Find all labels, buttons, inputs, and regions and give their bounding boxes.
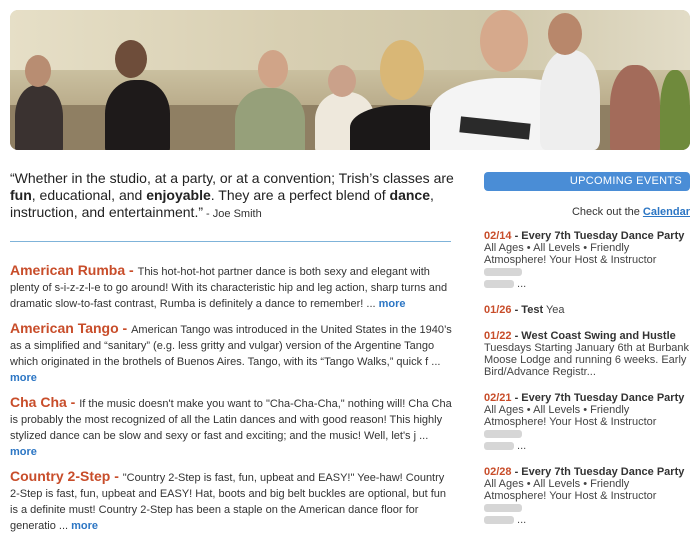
dancer-head: [328, 65, 356, 97]
upcoming-events-header: UPCOMING EVENTS: [484, 172, 690, 191]
event-name: - Every 7th Tuesday Dance Party: [511, 392, 685, 404]
event-name: - West Coast Swing and Hustle: [511, 330, 676, 342]
dance-list: American Rumba - This hot-hot-hot partne…: [10, 262, 455, 537]
dancer-figure: [610, 65, 660, 150]
calendar-prompt: Check out the Calendar: [484, 206, 690, 218]
event-text: Yea: [545, 304, 565, 316]
quote-emphasis: fun: [10, 187, 32, 203]
dance-item: American Rumba - This hot-hot-hot partne…: [10, 262, 455, 312]
event-item[interactable]: 02/14 - Every 7th Tuesday Dance Party Al…: [484, 230, 690, 290]
calendar-prompt-text: Check out the: [571, 206, 643, 218]
more-link[interactable]: more: [71, 520, 98, 532]
redacted-name: [484, 280, 514, 289]
event-item[interactable]: 02/21 - Every 7th Tuesday Dance Party Al…: [484, 392, 690, 452]
event-title[interactable]: 02/21 - Every 7th Tuesday Dance Party: [484, 392, 690, 404]
divider: [10, 241, 451, 242]
dancer-figure: [540, 50, 600, 150]
redacted-name: [484, 430, 522, 439]
dance-item: American Tango - American Tango was intr…: [10, 320, 455, 386]
dancer-head: [380, 40, 424, 100]
redacted-name: [484, 516, 514, 525]
redacted-name: [484, 504, 522, 513]
event-description: All Ages • All Levels • Friendly Atmosph…: [484, 404, 690, 452]
event-title[interactable]: 02/28 - Every 7th Tuesday Dance Party: [484, 466, 690, 478]
redacted-name: [484, 268, 522, 277]
dancer-figure: [235, 88, 305, 150]
quote-emphasis: enjoyable: [146, 187, 211, 203]
quote-text: “Whether in the studio, at a party, or a…: [10, 170, 454, 186]
event-date: 01/22: [484, 330, 512, 342]
calendar-link[interactable]: Calendar: [643, 206, 690, 218]
event-text: All Ages • All Levels • Friendly Atmosph…: [484, 404, 657, 428]
event-item[interactable]: 01/22 - West Coast Swing and Hustle Tues…: [484, 330, 690, 378]
event-ellipsis: ...: [514, 440, 527, 452]
event-date: 01/26: [484, 304, 512, 316]
dancer-figure: [15, 85, 63, 150]
event-date: 02/28: [484, 466, 512, 478]
event-ellipsis: ...: [514, 514, 527, 526]
event-name: - Test: [511, 304, 544, 316]
dancer-figure: [660, 70, 690, 150]
event-ellipsis: ...: [514, 278, 527, 290]
event-text: All Ages • All Levels • Friendly Atmosph…: [484, 242, 657, 266]
quote-emphasis: dance: [389, 187, 430, 203]
event-date: 02/14: [484, 230, 512, 242]
event-name: - Every 7th Tuesday Dance Party: [511, 230, 685, 242]
dance-name: Country 2-Step -: [10, 468, 123, 484]
dancer-head: [548, 13, 582, 55]
dancer-figure: [105, 80, 170, 150]
redacted-name: [484, 442, 514, 451]
event-title[interactable]: 02/14 - Every 7th Tuesday Dance Party: [484, 230, 690, 242]
more-link[interactable]: more: [10, 372, 37, 384]
event-text: All Ages • All Levels • Friendly Atmosph…: [484, 478, 657, 502]
quote-text: , educational, and: [31, 187, 147, 203]
event-item[interactable]: 01/26 - Test Yea: [484, 304, 690, 316]
more-link[interactable]: more: [10, 446, 37, 458]
dancer-head: [258, 50, 288, 88]
event-description: All Ages • All Levels • Friendly Atmosph…: [484, 242, 690, 290]
dancer-head: [115, 40, 147, 78]
dancer-head: [25, 55, 51, 87]
dance-name: Cha Cha -: [10, 394, 80, 410]
event-name: - Every 7th Tuesday Dance Party: [511, 466, 685, 478]
testimonial-quote: “Whether in the studio, at a party, or a…: [10, 170, 455, 223]
event-date: 02/21: [484, 392, 512, 404]
more-link[interactable]: more: [379, 298, 406, 310]
event-list: 02/14 - Every 7th Tuesday Dance Party Al…: [484, 230, 690, 537]
quote-text: . They are a perfect blend of: [210, 187, 390, 203]
event-description: Tuesdays Starting January 6th at Burbank…: [484, 342, 690, 378]
hero-photo: [10, 10, 690, 150]
dance-item: Cha Cha - If the music doesn't make you …: [10, 394, 455, 460]
dancer-head: [480, 10, 528, 72]
event-title[interactable]: 01/26 - Test Yea: [484, 304, 690, 316]
event-title[interactable]: 01/22 - West Coast Swing and Hustle: [484, 330, 690, 342]
dance-name: American Tango -: [10, 320, 132, 336]
dance-item: Country 2-Step - "Country 2-Step is fast…: [10, 468, 455, 534]
event-item[interactable]: 02/28 - Every 7th Tuesday Dance Party Al…: [484, 466, 690, 526]
event-description: All Ages • All Levels • Friendly Atmosph…: [484, 478, 690, 526]
dance-name: American Rumba -: [10, 262, 138, 278]
quote-attribution: - Joe Smith: [203, 208, 262, 220]
